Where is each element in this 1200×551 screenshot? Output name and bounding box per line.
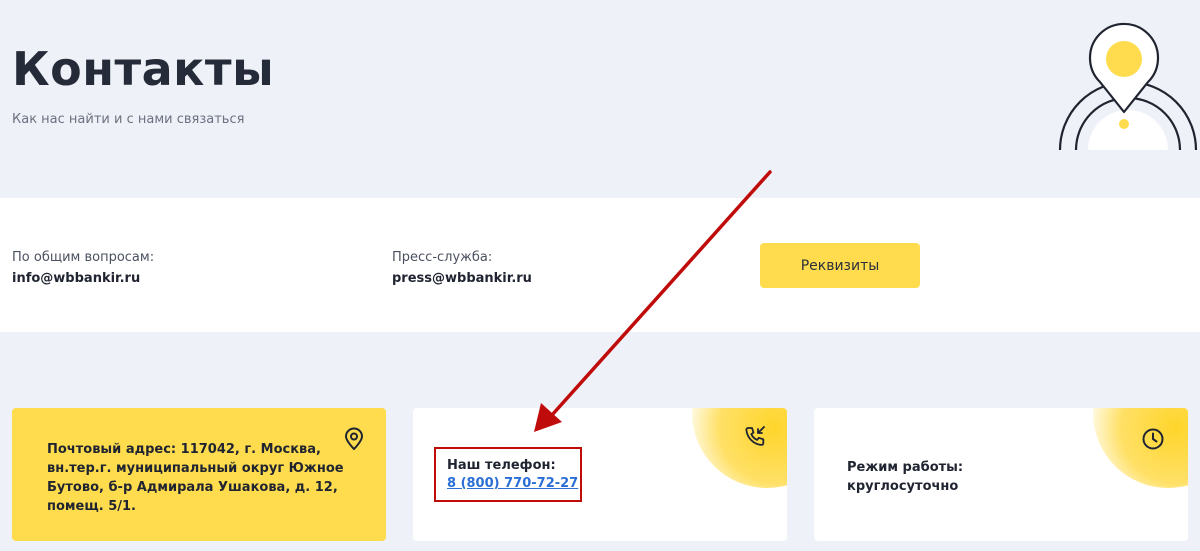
card-decoration — [692, 408, 787, 488]
incoming-call-icon — [745, 426, 765, 446]
general-contact-label: По общим вопросам: — [12, 250, 155, 265]
hours-card: Режим работы: круглосуточно — [814, 408, 1188, 541]
contacts-band: По общим вопросам: info@wbbankir.ru Прес… — [0, 198, 1200, 332]
page-subtitle: Как нас найти и с нами связаться — [12, 112, 245, 127]
press-contact: Пресс-служба: press@wbbankir.ru — [392, 250, 532, 286]
requisites-button[interactable]: Реквизиты — [760, 243, 920, 288]
address-text: Почтовый адрес: 117042, г. Москва, вн.те… — [47, 442, 344, 514]
address-card: Почтовый адрес: 117042, г. Москва, вн.те… — [12, 408, 386, 541]
press-contact-label: Пресс-служба: — [392, 250, 493, 265]
clock-icon — [1142, 428, 1164, 450]
general-contact: По общим вопросам: info@wbbankir.ru — [12, 250, 154, 286]
phone-highlight-box — [434, 447, 582, 502]
general-email[interactable]: info@wbbankir.ru — [12, 271, 154, 286]
page-title: Контакты — [12, 42, 275, 96]
press-email[interactable]: press@wbbankir.ru — [392, 271, 532, 286]
page-header: Контакты Как нас найти и с нами связатьс… — [0, 0, 1200, 170]
hours-label: Режим работы: — [847, 460, 964, 475]
hours-value: круглосуточно — [847, 479, 959, 494]
map-pin-icon — [1058, 22, 1198, 150]
